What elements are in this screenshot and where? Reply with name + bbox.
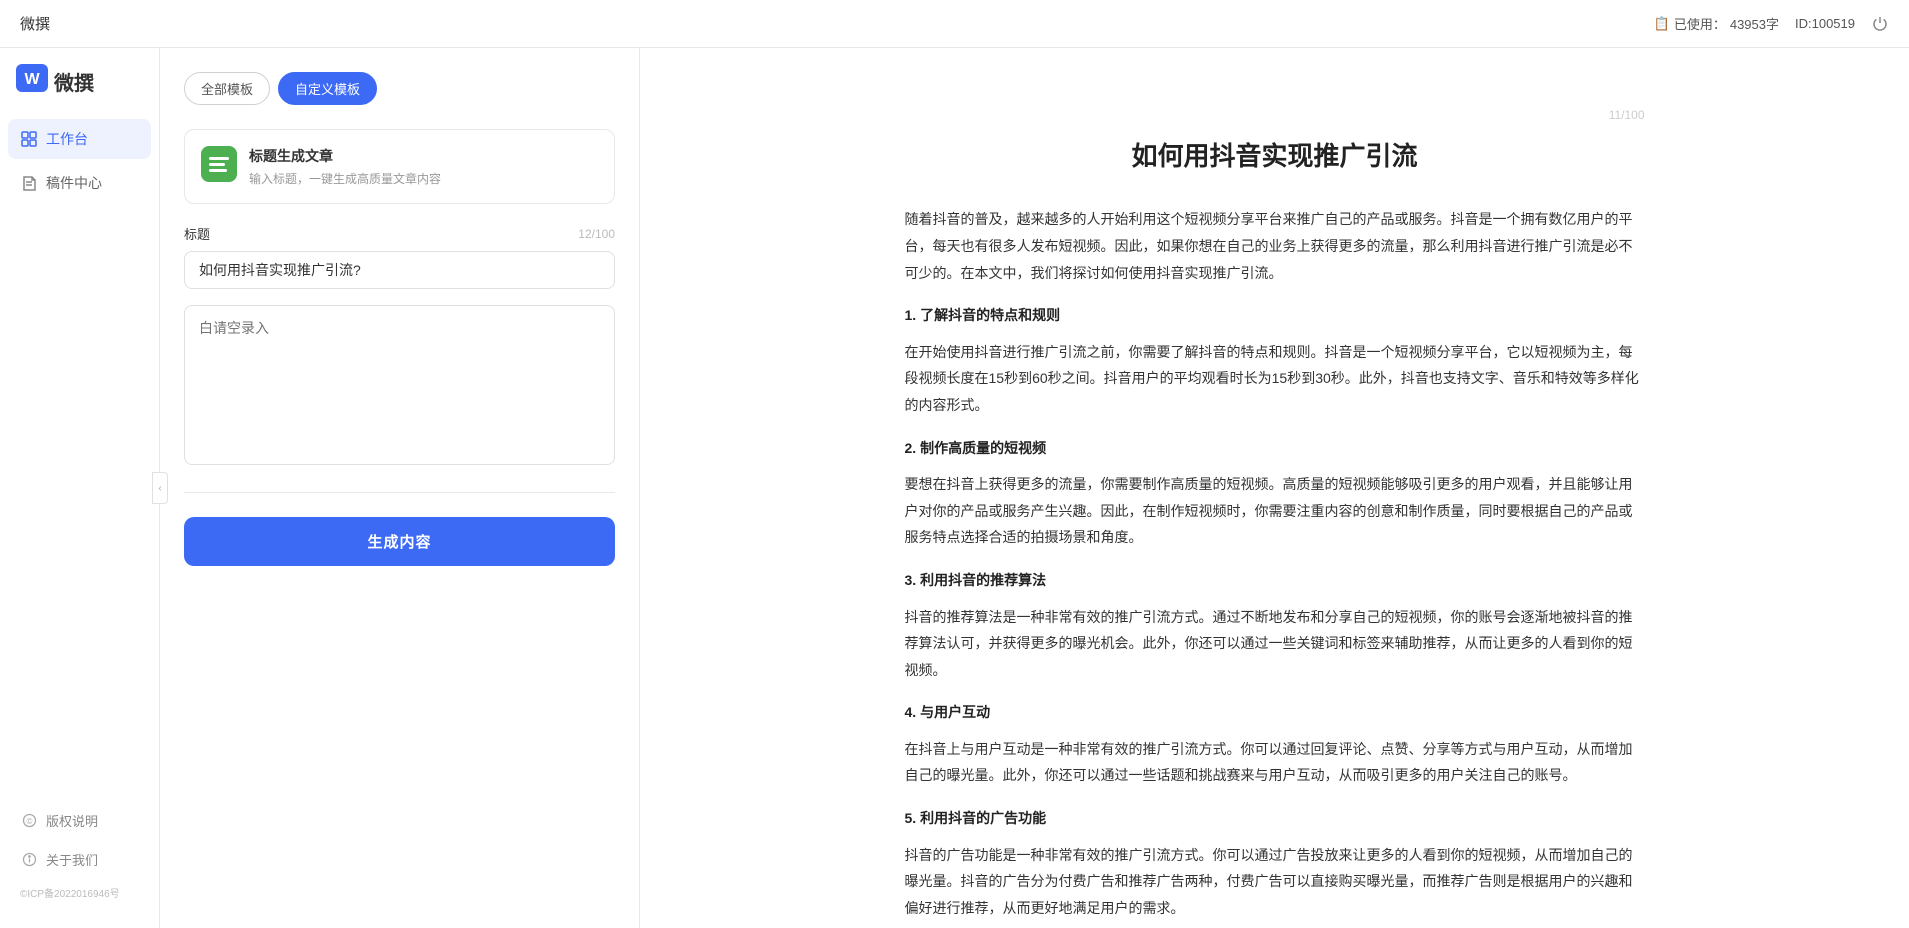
logo-w: W [16,64,48,99]
tab-custom-templates[interactable]: 自定义模板 [278,72,377,105]
icon-line-3 [209,169,227,172]
right-panel: 11/100 如何用抖音实现推广引流 随着抖音的普及，越来越多的人开始利用这个短… [640,48,1909,928]
icon-line-1 [209,157,229,160]
copyright-label: 版权说明 [46,811,98,830]
section-heading: 4. 与用户互动 [905,699,1645,726]
sidebar: W 微撰 工作台 [0,48,160,928]
template-card-icon [201,146,237,182]
section-heading: 2. 制作高质量的短视频 [905,435,1645,462]
template-card[interactable]: 标题生成文章 输入标题，一键生成高质量文章内容 [184,129,615,204]
generate-button[interactable]: 生成内容 [184,517,615,566]
sidebar-item-copyright[interactable]: © 版权说明 [8,803,151,838]
section-paragraph: 随着抖音的普及，越来越多的人开始利用这个短视频分享平台来推广自己的产品或服务。抖… [905,206,1645,286]
form-divider [184,492,615,493]
section-paragraph: 在抖音上与用户互动是一种非常有效的推广引流方式。你可以通过回复评论、点赞、分享等… [905,736,1645,789]
sidebar-item-about[interactable]: 关于我们 [8,842,151,877]
icon-line-2 [209,163,225,166]
form-body-section [184,305,615,468]
icp-text: ©ICP备2022016946号 [8,881,151,904]
topbar-usage-count: 43953字 [1730,14,1779,33]
sidebar-workbench-label: 工作台 [46,129,88,149]
sidebar-item-workbench[interactable]: 工作台 [8,119,151,159]
sidebar-logo: W 微撰 [0,64,159,119]
topbar-id: ID:100519 [1795,16,1855,31]
sidebar-drafts-label: 稿件中心 [46,173,102,193]
form-title-section: 标题 12/100 [184,224,615,289]
article-title: 如何用抖音实现推广引流 [905,138,1645,174]
section-heading: 1. 了解抖音的特点和规则 [905,302,1645,329]
topbar-title: 微撰 [20,13,50,34]
title-input[interactable] [184,251,615,289]
section-paragraph: 抖音的推荐算法是一种非常有效的推广引流方式。通过不断地发布和分享自己的短视频，你… [905,604,1645,684]
section-paragraph: 要想在抖音上获得更多的流量，你需要制作高质量的短视频。高质量的短视频能够吸引更多… [905,471,1645,551]
content-area: 全部模板 自定义模板 标题生成文章 输入标题，一键生成高质量文章内容 [160,48,1909,928]
template-icon-lines [203,151,235,178]
form-title-label-row: 标题 12/100 [184,224,615,243]
section-paragraph: 在开始使用抖音进行推广引流之前，你需要了解抖音的特点和规则。抖音是一个短视频分享… [905,339,1645,419]
left-panel: 全部模板 自定义模板 标题生成文章 输入标题，一键生成高质量文章内容 [160,48,640,928]
section-heading: 5. 利用抖音的广告功能 [905,805,1645,832]
topbar: 微撰 📋 已使用： 43953字 ID:100519 [0,0,1909,48]
section-paragraph: 抖音的广告功能是一种非常有效的推广引流方式。你可以通过广告投放来让更多的人看到你… [905,842,1645,922]
logo-text: 微撰 [54,67,94,96]
sidebar-nav: 工作台 稿件中心 [0,119,159,795]
template-card-title: 标题生成文章 [249,146,441,166]
topbar-usage: 📋 已使用： 43953字 [1654,14,1779,33]
topbar-usage-icon: 📋 [1654,16,1670,32]
sidebar-bottom: © 版权说明 关于我们 ©ICP备2022016946号 [0,795,159,912]
template-card-info: 标题生成文章 输入标题，一键生成高质量文章内容 [249,146,441,187]
about-label: 关于我们 [46,850,98,869]
drafts-icon [20,174,38,192]
form-title-label: 标题 [184,224,210,243]
tab-row: 全部模板 自定义模板 [184,72,615,105]
topbar-usage-label: 已使用： [1674,14,1726,33]
copyright-icon: © [20,812,38,830]
svg-text:©: © [26,817,32,826]
workbench-icon [20,130,38,148]
topbar-right: 📋 已使用： 43953字 ID:100519 [1654,14,1889,33]
body-textarea[interactable] [184,305,615,465]
section-heading: 3. 利用抖音的推荐算法 [905,567,1645,594]
svg-text:W: W [24,71,40,88]
form-title-counter: 12/100 [578,227,615,241]
article-content: 随着抖音的普及，越来越多的人开始利用这个短视频分享平台来推广自己的产品或服务。抖… [905,206,1645,921]
sidebar-collapse-button[interactable]: ‹ [152,472,168,504]
main-layout: W 微撰 工作台 [0,48,1909,928]
article-container: 11/100 如何用抖音实现推广引流 随着抖音的普及，越来越多的人开始利用这个短… [825,48,1725,928]
tab-all-templates[interactable]: 全部模板 [184,72,270,105]
template-card-desc: 输入标题，一键生成高质量文章内容 [249,170,441,187]
power-icon[interactable] [1871,15,1889,33]
article-page-num: 11/100 [905,108,1645,122]
sidebar-item-drafts[interactable]: 稿件中心 [8,163,151,203]
about-icon [20,851,38,869]
